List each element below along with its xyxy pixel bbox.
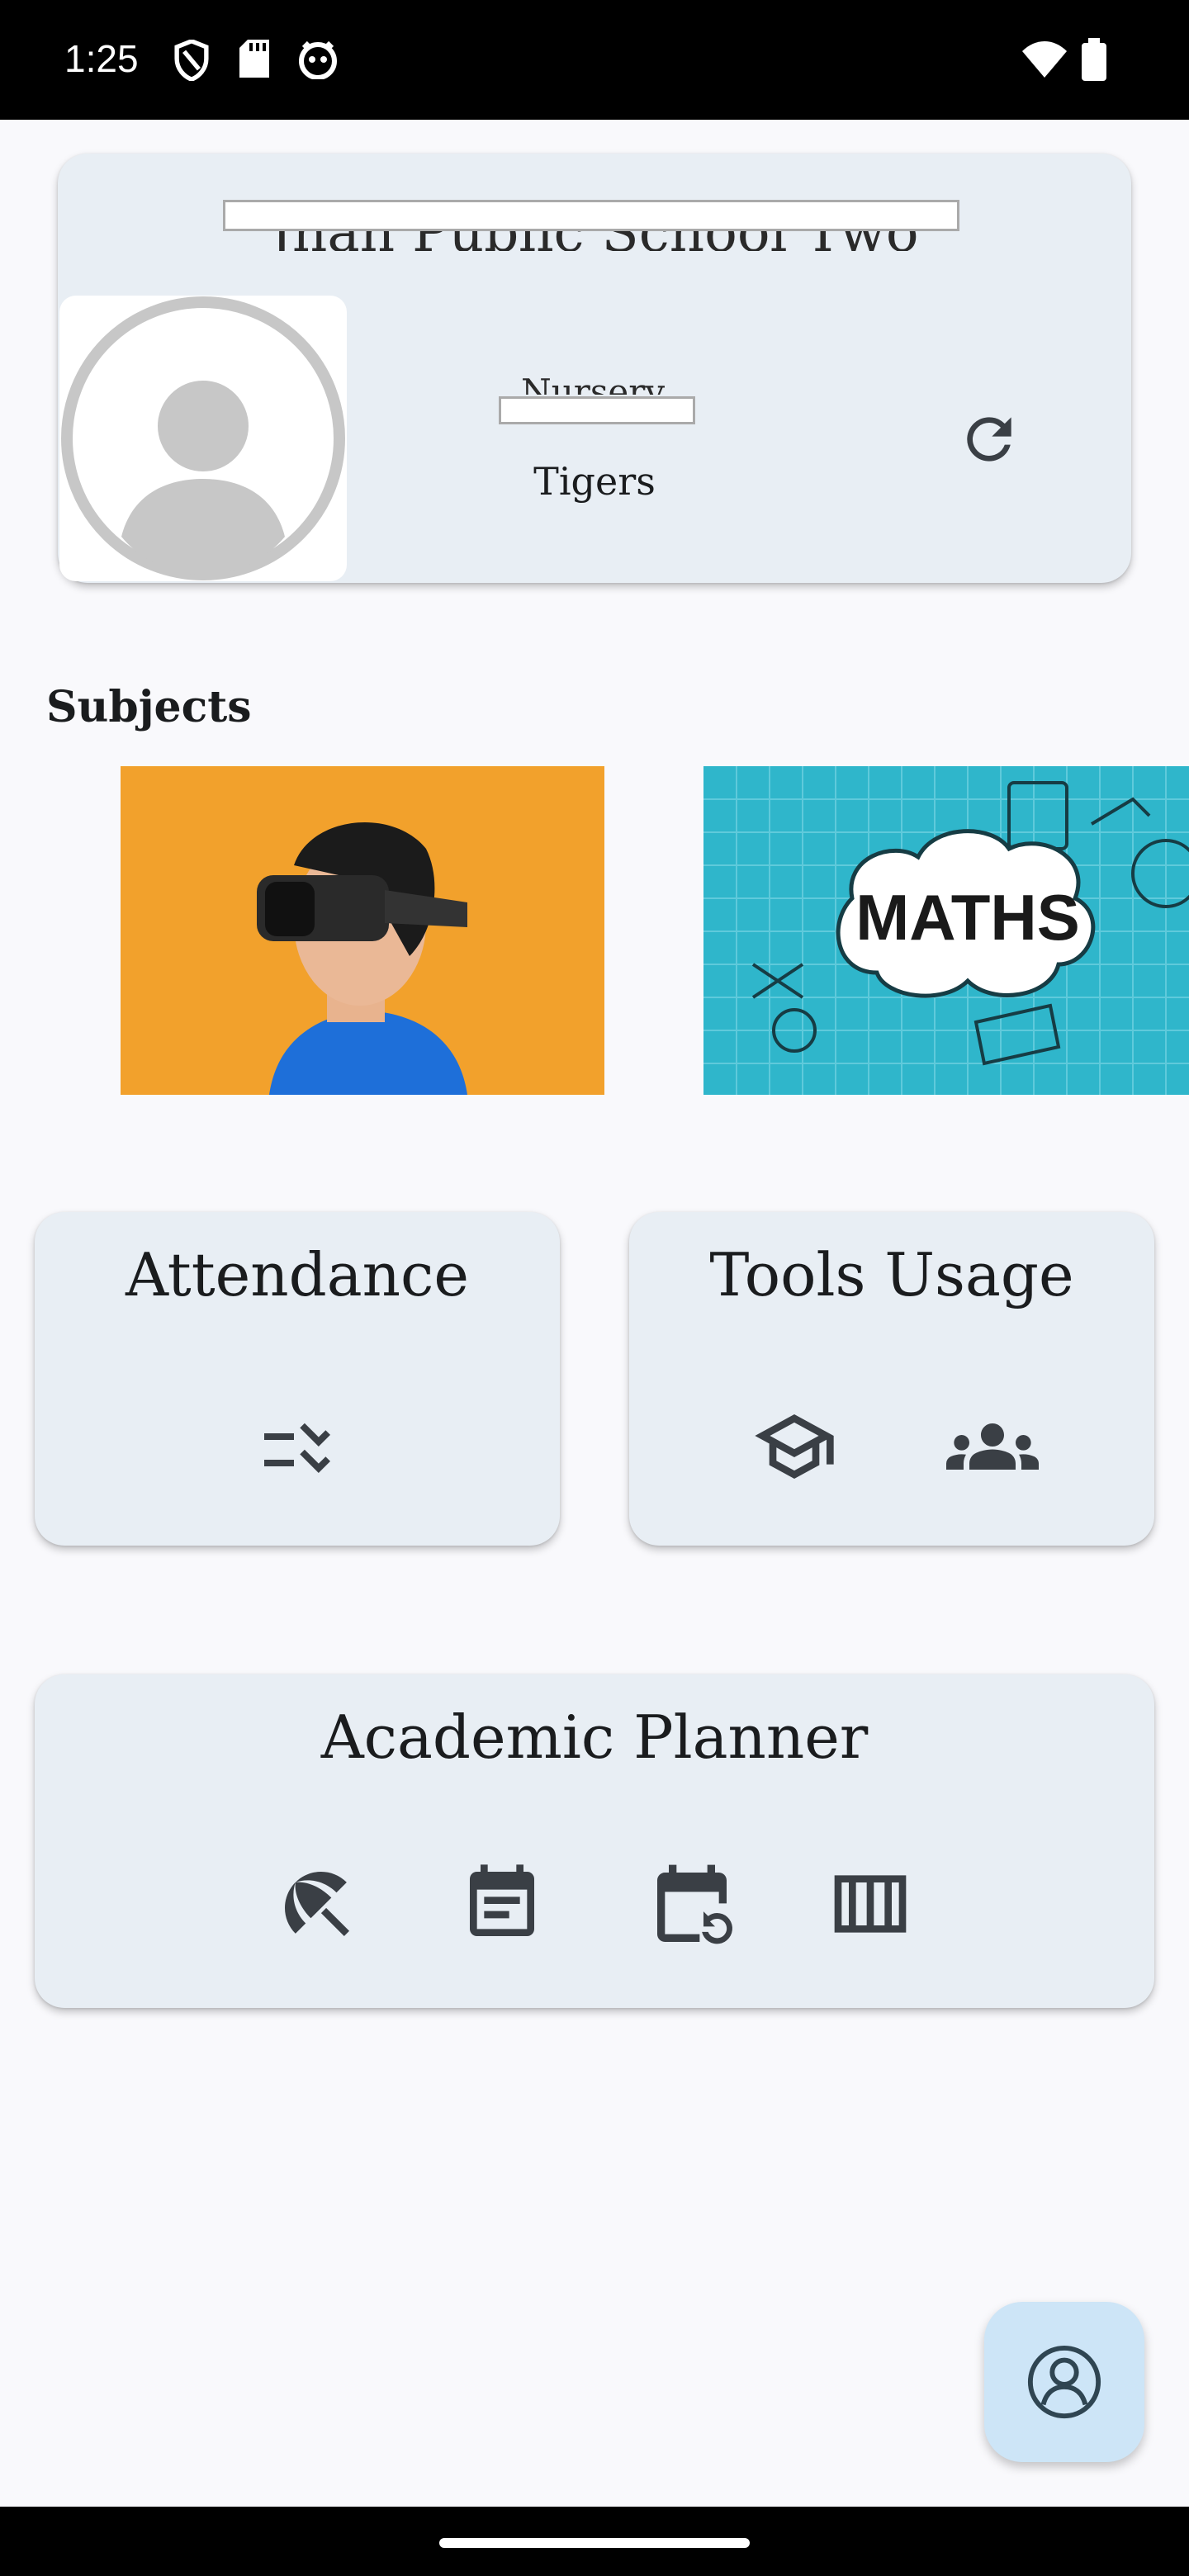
sd-card-icon <box>239 40 269 78</box>
shield-icon <box>174 40 209 81</box>
refresh-icon[interactable] <box>956 406 1022 472</box>
tools-usage-title: Tools Usage <box>709 1240 1074 1309</box>
class-name: Nursery <box>520 372 666 395</box>
attendance-title: Attendance <box>126 1240 469 1309</box>
status-bar: 1:25 <box>0 0 1189 120</box>
section-name: Tigers <box>533 459 656 504</box>
attendance-card: Attendance <box>35 1212 560 1546</box>
notification-app-icon <box>299 40 337 79</box>
maths-image: MATHS <box>703 766 1189 1095</box>
beach-umbrella-icon[interactable] <box>274 1861 360 1947</box>
academic-planner-title: Academic Planner <box>320 1702 869 1772</box>
subject-tile-vr[interactable] <box>121 766 604 1095</box>
class-name-overlay <box>499 396 695 424</box>
support-person-icon <box>1027 2345 1101 2419</box>
calendar-refresh-icon[interactable] <box>646 1861 738 1953</box>
school-name-overlay <box>223 200 959 231</box>
checklist-icon[interactable] <box>258 1410 337 1489</box>
school-cap-icon[interactable] <box>751 1404 837 1489</box>
home-gesture-handle[interactable] <box>439 2538 750 2548</box>
navigation-gesture-bar <box>0 2507 1189 2576</box>
vr-headset-person-image <box>121 766 604 1095</box>
tools-usage-card: Tools Usage <box>629 1212 1154 1546</box>
groups-icon[interactable] <box>946 1400 1039 1493</box>
support-fab[interactable] <box>984 2302 1144 2462</box>
status-time: 1:25 <box>64 37 139 80</box>
academic-planner-card: Academic Planner <box>35 1674 1154 2008</box>
subjects-heading: Subjects <box>46 682 252 732</box>
maths-image-text: MATHS <box>855 881 1080 954</box>
subject-tile-maths[interactable]: MATHS <box>703 766 1189 1095</box>
account-circle-icon <box>61 296 345 580</box>
battery-icon <box>1082 38 1106 81</box>
student-avatar[interactable] <box>59 296 347 581</box>
school-info-card: Jhan Public School Two Nursery Tigers <box>58 154 1131 583</box>
timetable-columns-icon[interactable] <box>827 1861 913 1947</box>
wifi-icon <box>1022 41 1067 78</box>
calendar-note-icon[interactable] <box>459 1861 545 1947</box>
